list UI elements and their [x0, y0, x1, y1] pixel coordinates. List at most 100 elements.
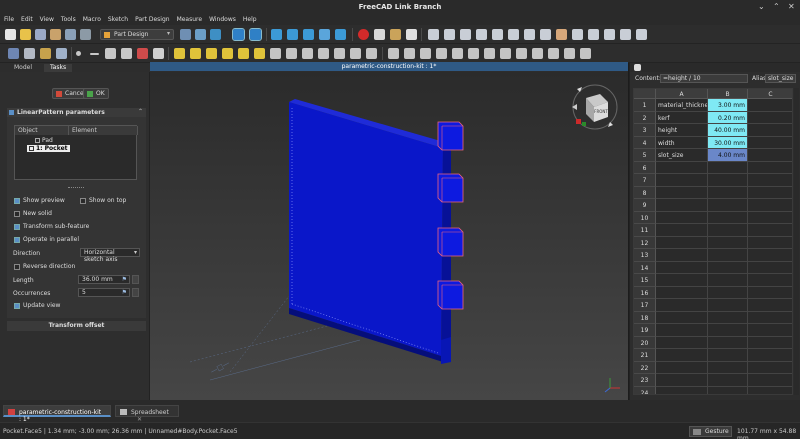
cell-c[interactable] — [748, 111, 792, 124]
expression-icon[interactable]: ⚑ — [122, 276, 127, 283]
cell-a[interactable] — [656, 361, 708, 374]
create-body-icon[interactable] — [8, 48, 19, 59]
sprocket-icon[interactable] — [548, 48, 559, 59]
groove-icon[interactable] — [302, 48, 313, 59]
cell-a[interactable] — [656, 174, 708, 187]
row-header[interactable]: 7 — [634, 174, 656, 187]
minimize-button[interactable]: ⌄ — [758, 2, 765, 11]
transform-subfeature-checkbox[interactable]: Transform sub-feature — [14, 223, 89, 230]
cell-c[interactable] — [748, 249, 792, 262]
reverse-direction-checkbox[interactable]: Reverse direction — [14, 263, 75, 270]
cell-a[interactable] — [656, 261, 708, 274]
cell-b[interactable] — [708, 374, 748, 387]
cell-a[interactable] — [656, 299, 708, 312]
subtractive-pipe-icon[interactable] — [334, 48, 345, 59]
cell-c[interactable] — [748, 261, 792, 274]
save-icon[interactable] — [35, 29, 46, 40]
ok-button[interactable]: OK — [83, 88, 109, 99]
row-header[interactable]: 22 — [634, 361, 656, 374]
additive-primitive-icon[interactable] — [254, 48, 265, 59]
boolean-icon[interactable] — [516, 48, 527, 59]
cell-b[interactable] — [708, 286, 748, 299]
direction-select[interactable]: Horizontal sketch axis ▾ — [80, 248, 140, 263]
row-header[interactable]: 2 — [634, 111, 656, 124]
cell-a[interactable]: width — [656, 136, 708, 149]
3d-view[interactable]: —□— FRONT — [150, 72, 628, 400]
transform-offset-header[interactable]: Transform offset — [7, 321, 146, 331]
thickness-icon[interactable] — [500, 48, 511, 59]
cell-c[interactable] — [748, 324, 792, 337]
menu-edit[interactable]: Edit — [17, 15, 36, 23]
cell-b[interactable] — [708, 186, 748, 199]
cell-c[interactable] — [748, 374, 792, 387]
row-header[interactable]: 14 — [634, 261, 656, 274]
cell-b[interactable] — [708, 236, 748, 249]
cell-a[interactable] — [656, 336, 708, 349]
cell-a[interactable]: kerf — [656, 111, 708, 124]
paste-icon[interactable] — [80, 29, 91, 40]
cell-b[interactable]: 0.20 mm — [708, 111, 748, 124]
tab-model[interactable]: Model — [8, 64, 38, 72]
length-spinner[interactable] — [132, 275, 139, 284]
tab-tasks[interactable]: Tasks — [44, 64, 73, 72]
menu-help[interactable]: Help — [239, 15, 260, 23]
cell-b[interactable] — [708, 211, 748, 224]
view-iso-icon[interactable] — [444, 29, 455, 40]
splitter-handle[interactable] — [68, 187, 84, 188]
copy-icon[interactable] — [65, 29, 76, 40]
cell-b[interactable] — [708, 336, 748, 349]
mirrored-icon[interactable] — [388, 48, 399, 59]
column-header[interactable]: B — [708, 89, 748, 99]
expression-icon[interactable]: ⚑ — [122, 289, 127, 296]
menu-measure[interactable]: Measure — [173, 15, 206, 23]
back-arrow-icon[interactable] — [271, 29, 282, 40]
cell-c[interactable] — [748, 199, 792, 212]
additive-helix-icon[interactable] — [238, 48, 249, 59]
navigation-cube[interactable]: FRONT — [568, 80, 622, 134]
cell-a[interactable]: material_thickness — [656, 99, 708, 112]
list-item[interactable]: Pad — [35, 137, 53, 144]
cell-c[interactable] — [748, 349, 792, 362]
cell-b[interactable] — [708, 199, 748, 212]
view-top-icon[interactable] — [476, 29, 487, 40]
column-header[interactable]: A — [656, 89, 708, 99]
cell-c[interactable] — [748, 236, 792, 249]
cell-c[interactable] — [748, 149, 792, 162]
menu-view[interactable]: View — [36, 15, 57, 23]
datum-line-icon[interactable] — [90, 53, 99, 55]
cell-c[interactable] — [748, 99, 792, 112]
menu-windows[interactable]: Windows — [205, 15, 239, 23]
refresh-icon[interactable] — [180, 29, 191, 40]
pad-icon[interactable] — [174, 48, 185, 59]
cell-c[interactable] — [748, 224, 792, 237]
subtractive-loft-icon[interactable] — [318, 48, 329, 59]
cell-a[interactable] — [656, 374, 708, 387]
row-header[interactable]: 1 — [634, 99, 656, 112]
up-arrow-icon[interactable] — [303, 29, 314, 40]
subtractive-primitive-icon[interactable] — [366, 48, 377, 59]
datum-plane-icon[interactable] — [105, 48, 116, 59]
cell-c[interactable] — [748, 161, 792, 174]
row-header[interactable]: 3 — [634, 124, 656, 137]
cell-a[interactable] — [656, 224, 708, 237]
linear-pattern-icon[interactable] — [404, 48, 415, 59]
split-icon[interactable] — [532, 48, 543, 59]
row-header[interactable]: 4 — [634, 136, 656, 149]
edit-macro-icon[interactable] — [390, 29, 401, 40]
cell-c[interactable] — [748, 386, 792, 394]
menu-macro[interactable]: Macro — [79, 15, 104, 23]
additive-loft-icon[interactable] — [206, 48, 217, 59]
cell-c[interactable] — [748, 211, 792, 224]
update-view-checkbox[interactable]: Update view — [14, 302, 60, 309]
spreadsheet-icon[interactable] — [634, 64, 641, 71]
section-icon[interactable] — [604, 29, 615, 40]
view-left-icon[interactable] — [540, 29, 551, 40]
shaft-wizard-icon[interactable] — [580, 48, 591, 59]
cell-b[interactable]: 4.00 mm — [708, 149, 748, 162]
view-front-icon[interactable] — [460, 29, 471, 40]
pocket-slot[interactable] — [437, 121, 464, 151]
cell-b[interactable] — [708, 324, 748, 337]
stop-macro-icon[interactable] — [374, 29, 385, 40]
row-header[interactable]: 19 — [634, 324, 656, 337]
row-header[interactable]: 16 — [634, 286, 656, 299]
